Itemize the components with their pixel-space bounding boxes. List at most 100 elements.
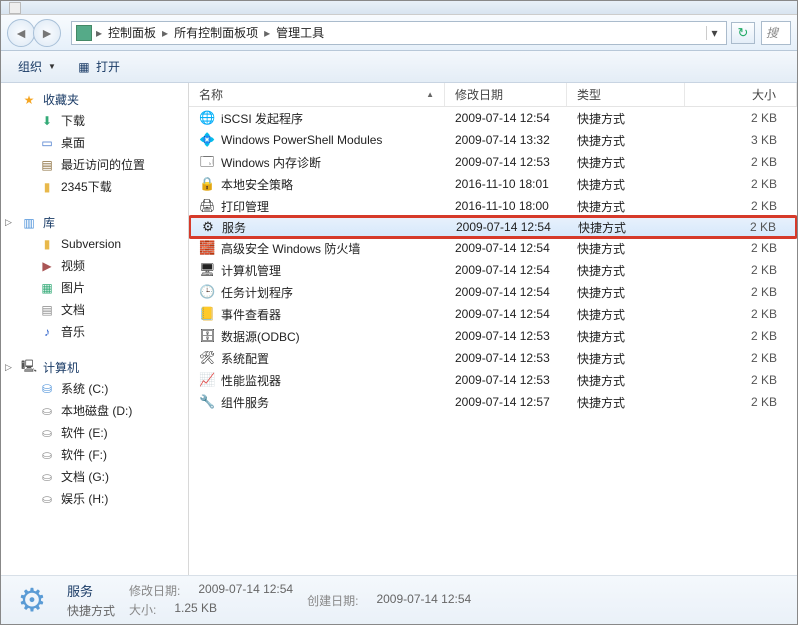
sidebar-item-drive-e[interactable]: ⛀软件 (E:): [1, 422, 188, 444]
file-row[interactable]: 📈性能监视器2009-07-14 12:53快捷方式2 KB: [189, 369, 797, 391]
breadcrumb[interactable]: 所有控制面板项: [170, 24, 262, 41]
sidebar-item-drive-d[interactable]: ⛀本地磁盘 (D:): [1, 400, 188, 422]
column-name[interactable]: 名称▲: [189, 83, 445, 106]
sidebar-item-2345[interactable]: ▮2345下载: [1, 176, 188, 198]
expand-icon[interactable]: ▷: [5, 217, 12, 228]
file-type: 快捷方式: [567, 372, 685, 389]
file-size: 2 KB: [685, 241, 797, 255]
file-row[interactable]: 🖨打印管理2016-11-10 18:00快捷方式2 KB: [189, 195, 797, 217]
sidebar-item-drive-g[interactable]: ⛀文档 (G:): [1, 466, 188, 488]
sidebar-libraries-header[interactable]: ▷▥库: [1, 212, 188, 233]
refresh-button[interactable]: ↻: [731, 22, 755, 44]
file-row[interactable]: 🗄数据源(ODBC)2009-07-14 12:53快捷方式2 KB: [189, 325, 797, 347]
file-icon: 🖥: [199, 262, 215, 278]
nav-bar: ◄ ► ▸ 控制面板 ▸ 所有控制面板项 ▸ 管理工具 ▾ ↻ 搜: [1, 15, 797, 51]
organize-button[interactable]: 组织 ▼: [9, 54, 65, 79]
file-date: 2009-07-14 12:54: [445, 263, 567, 277]
file-row[interactable]: ⚙服务2009-07-14 12:54快捷方式2 KB: [189, 216, 797, 238]
file-icon: ⚙: [200, 219, 216, 235]
file-date: 2009-07-14 12:53: [445, 155, 567, 169]
sidebar-item-desktop[interactable]: ▭桌面: [1, 132, 188, 154]
drive-icon: ⛀: [39, 469, 55, 485]
sidebar-item-pictures[interactable]: ▦图片: [1, 277, 188, 299]
details-size-label: 大小:: [129, 601, 156, 618]
sidebar-item-videos[interactable]: ▶视频: [1, 255, 188, 277]
sidebar-item-music[interactable]: ♪音乐: [1, 321, 188, 343]
file-icon: 🛠: [199, 350, 215, 366]
chevron-right-icon[interactable]: ▸: [262, 26, 272, 40]
expand-icon[interactable]: ▷: [5, 362, 12, 373]
file-name: 计算机管理: [221, 262, 281, 279]
sidebar-item-documents[interactable]: ▤文档: [1, 299, 188, 321]
file-size: 2 KB: [685, 395, 797, 409]
file-type: 快捷方式: [567, 350, 685, 367]
file-name: 数据源(ODBC): [221, 328, 300, 345]
file-row[interactable]: 🌐iSCSI 发起程序2009-07-14 12:54快捷方式2 KB: [189, 107, 797, 129]
drive-icon: ⛀: [39, 491, 55, 507]
chevron-down-icon: ▼: [48, 62, 56, 71]
file-row[interactable]: 🧱高级安全 Windows 防火墙2009-07-14 12:54快捷方式2 K…: [189, 237, 797, 259]
details-type: 快捷方式: [67, 602, 115, 619]
breadcrumb[interactable]: 管理工具: [272, 24, 328, 41]
search-input[interactable]: 搜: [761, 21, 791, 45]
file-icon: 📒: [199, 306, 215, 322]
sidebar-item-drive-h[interactable]: ⛀娱乐 (H:): [1, 488, 188, 510]
video-icon: ▶: [39, 258, 55, 274]
file-row[interactable]: 🗔Windows 内存诊断2009-07-14 12:53快捷方式2 KB: [189, 151, 797, 173]
column-date[interactable]: 修改日期: [445, 83, 567, 106]
details-pane: ⚙ 服务 快捷方式 修改日期: 2009-07-14 12:54 大小: 1.2…: [1, 575, 797, 624]
column-type[interactable]: 类型: [567, 83, 685, 106]
file-type: 快捷方式: [567, 110, 685, 127]
file-date: 2009-07-14 12:53: [445, 351, 567, 365]
address-dropdown-icon[interactable]: ▾: [706, 26, 722, 40]
file-row[interactable]: 🖥计算机管理2009-07-14 12:54快捷方式2 KB: [189, 259, 797, 281]
file-list-pane: 名称▲ 修改日期 类型 大小 🌐iSCSI 发起程序2009-07-14 12:…: [189, 83, 797, 575]
sidebar-item-drive-c[interactable]: ⛁系统 (C:): [1, 378, 188, 400]
download-icon: ⬇: [39, 113, 55, 129]
details-create-label: 创建日期:: [307, 592, 358, 609]
back-button[interactable]: ◄: [7, 19, 35, 47]
file-date: 2009-07-14 12:53: [445, 373, 567, 387]
file-row[interactable]: 🔧组件服务2009-07-14 12:57快捷方式2 KB: [189, 391, 797, 413]
file-name: Windows PowerShell Modules: [221, 133, 382, 147]
file-size: 2 KB: [685, 329, 797, 343]
file-rows: 🌐iSCSI 发起程序2009-07-14 12:54快捷方式2 KB💠Wind…: [189, 107, 797, 575]
recent-icon: ▤: [39, 157, 55, 173]
forward-button[interactable]: ►: [33, 19, 61, 47]
sidebar-item-recent[interactable]: ▤最近访问的位置: [1, 154, 188, 176]
chevron-right-icon[interactable]: ▸: [94, 26, 104, 40]
address-bar[interactable]: ▸ 控制面板 ▸ 所有控制面板项 ▸ 管理工具 ▾: [71, 21, 727, 45]
file-name: 高级安全 Windows 防火墙: [221, 240, 360, 257]
sidebar-favorites-header[interactable]: ★收藏夹: [1, 89, 188, 110]
file-row[interactable]: 🛠系统配置2009-07-14 12:53快捷方式2 KB: [189, 347, 797, 369]
file-date: 2009-07-14 12:53: [445, 329, 567, 343]
window-titlebar: [1, 1, 797, 15]
column-size[interactable]: 大小: [685, 83, 797, 106]
file-size: 2 KB: [686, 220, 796, 234]
file-name: 组件服务: [221, 394, 269, 411]
file-icon: 🕒: [199, 284, 215, 300]
sidebar-computer-header[interactable]: ▷🖳计算机: [1, 357, 188, 378]
folder-icon: ▮: [39, 236, 55, 252]
file-size: 2 KB: [685, 263, 797, 277]
file-date: 2009-07-14 12:54: [445, 307, 567, 321]
file-size: 2 KB: [685, 307, 797, 321]
file-row[interactable]: 🕒任务计划程序2009-07-14 12:54快捷方式2 KB: [189, 281, 797, 303]
sidebar-item-downloads[interactable]: ⬇下载: [1, 110, 188, 132]
file-row[interactable]: 💠Windows PowerShell Modules2009-07-14 13…: [189, 129, 797, 151]
file-name: 事件查看器: [221, 306, 281, 323]
file-type: 快捷方式: [567, 328, 685, 345]
file-name: Windows 内存诊断: [221, 154, 321, 171]
folder-icon: ▮: [39, 179, 55, 195]
breadcrumb[interactable]: 控制面板: [104, 24, 160, 41]
sidebar: ★收藏夹 ⬇下载 ▭桌面 ▤最近访问的位置 ▮2345下载 ▷▥库 ▮Subve…: [1, 83, 189, 575]
file-icon: 🧱: [199, 240, 215, 256]
chevron-right-icon[interactable]: ▸: [160, 26, 170, 40]
sidebar-item-subversion[interactable]: ▮Subversion: [1, 233, 188, 255]
file-row[interactable]: 📒事件查看器2009-07-14 12:54快捷方式2 KB: [189, 303, 797, 325]
open-button[interactable]: ▦ 打开: [67, 54, 129, 79]
sys-icon: [9, 2, 21, 14]
file-row[interactable]: 🔒本地安全策略2016-11-10 18:01快捷方式2 KB: [189, 173, 797, 195]
details-mod-value: 2009-07-14 12:54: [198, 582, 293, 599]
sidebar-item-drive-f[interactable]: ⛀软件 (F:): [1, 444, 188, 466]
